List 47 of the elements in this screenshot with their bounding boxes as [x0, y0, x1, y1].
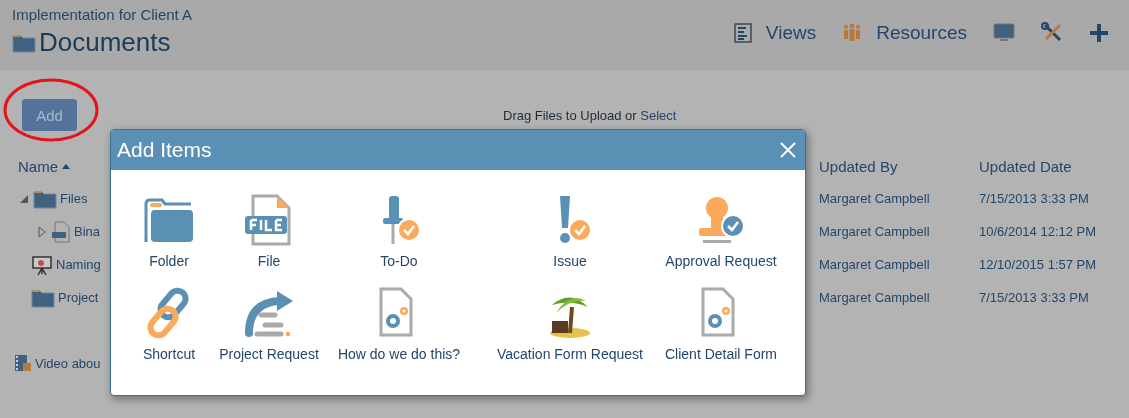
nav-link[interactable]: Views — [725, 22, 825, 44]
item-name[interactable]: Bina — [74, 224, 101, 239]
add-item-option[interactable]: Project Request — [219, 287, 319, 380]
page-title: Documents — [39, 27, 171, 58]
table-cell: Margaret Campbell — [819, 191, 930, 206]
table-cell: 7/15/2013 3:33 PM — [979, 191, 1089, 206]
plus-icon — [1089, 23, 1109, 43]
add-item-option[interactable]: To-Do — [373, 194, 425, 287]
add-item-option[interactable]: Client Detail Form — [665, 287, 777, 380]
item-name[interactable]: Project — [58, 290, 99, 305]
presentation-icon — [31, 253, 53, 276]
add-button[interactable]: Add — [22, 99, 77, 131]
folder-icon — [33, 188, 57, 209]
add-item-option[interactable]: Shortcut — [142, 287, 196, 380]
monitor-icon — [993, 23, 1015, 43]
table-cell: Margaret Campbell — [819, 224, 930, 239]
list-icon — [733, 23, 752, 43]
add-item-option[interactable]: Approval Request — [665, 194, 777, 287]
nav-link[interactable]: Resources — [834, 22, 975, 44]
add-item-option[interactable]: File — [243, 194, 295, 287]
add-item-option[interactable]: Folder — [143, 194, 195, 287]
jpg-file-icon — [51, 220, 71, 243]
table-cell: 10/6/2014 12:12 PM — [979, 224, 1097, 239]
folder-icon — [31, 287, 55, 308]
table-cell: 7/15/2013 3:33 PM — [979, 290, 1089, 305]
people-icon — [842, 23, 863, 43]
column-header[interactable]: Updated Date — [979, 157, 1072, 175]
tools-icon — [1041, 22, 1063, 44]
add-item-option[interactable]: Vacation Form Request — [497, 287, 643, 380]
video-icon — [14, 354, 32, 372]
item-name[interactable]: Naming — [56, 257, 101, 272]
table-cell: 12/10/2015 1:57 PM — [979, 257, 1097, 272]
table-cell: Margaret Campbell — [819, 290, 930, 305]
add-item-option[interactable]: Issue — [544, 194, 596, 287]
folder-icon — [12, 32, 36, 53]
item-name[interactable]: Files — [60, 191, 88, 206]
video-link[interactable]: Video abou — [35, 355, 101, 371]
upload-hint: Drag Files to Upload or Select — [503, 107, 677, 123]
column-header[interactable]: Name — [18, 157, 58, 175]
table-cell: Margaret Campbell — [819, 257, 930, 272]
select-link[interactable]: Select — [640, 107, 677, 123]
close-button[interactable] — [779, 141, 797, 159]
add-item-option[interactable]: How do we do this? — [337, 287, 461, 380]
expand-toggle[interactable] — [36, 225, 48, 238]
breadcrumb[interactable]: Implementation for Client A — [12, 6, 193, 23]
column-header[interactable]: Updated By — [819, 157, 898, 175]
dialog-title: Add Items — [117, 138, 212, 162]
